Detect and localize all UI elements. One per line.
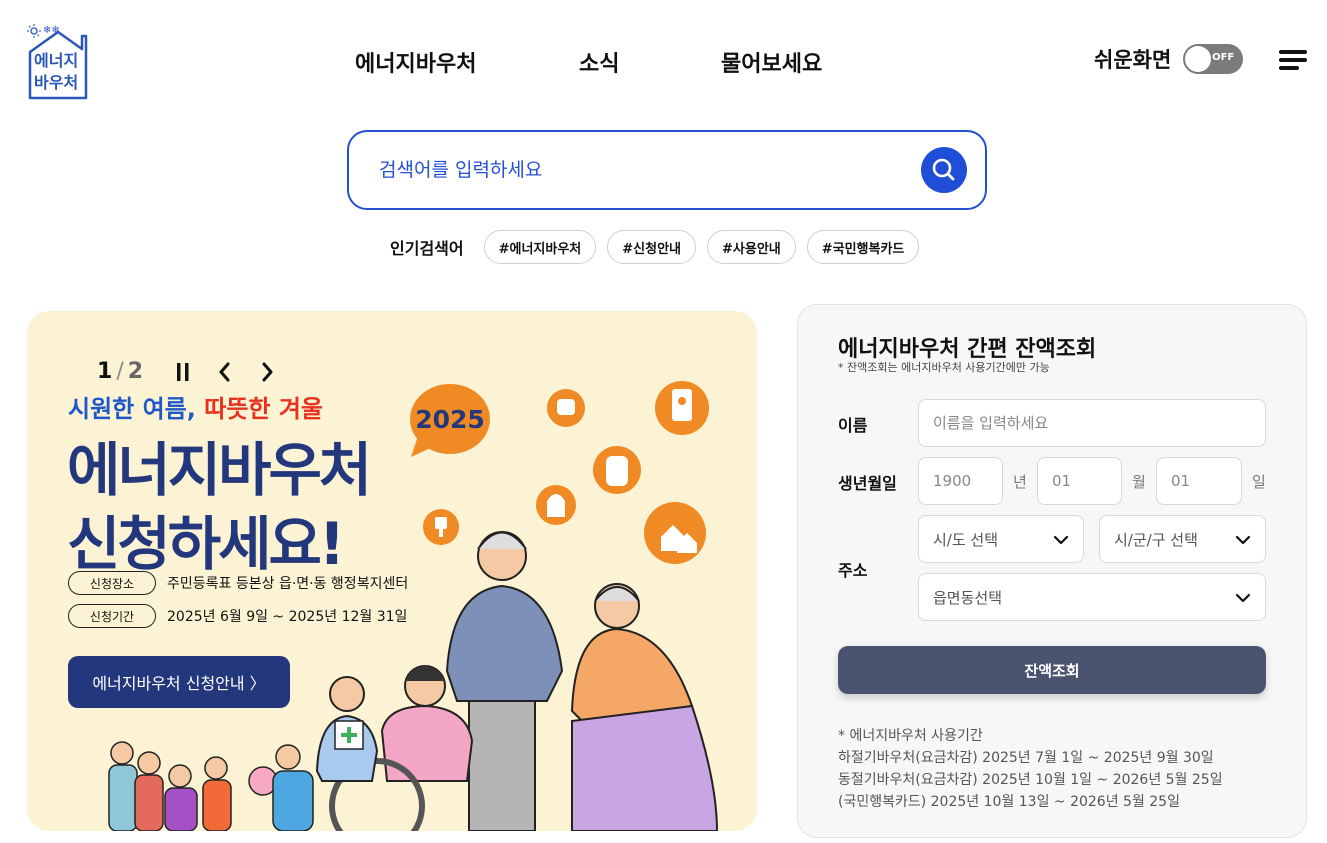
banner-pager: 1 / 2	[97, 359, 277, 384]
place-pill: 신청장소	[68, 571, 156, 595]
birth-day-input[interactable]	[1157, 458, 1241, 504]
pager-total: 2	[127, 359, 144, 384]
sigungu-select-value: 시/군/구 선택	[1114, 530, 1198, 549]
address-label: 주소	[838, 561, 868, 580]
year-badge: 2025	[415, 405, 485, 434]
site-header: ❄❄ 에너지 바우처 에너지바우처 소식 물어보세요 쉬운화면 OFF	[0, 0, 1327, 115]
info-place: 신청장소 주민등록표 등본상 읍·면·동 행정복지센터	[68, 571, 408, 595]
name-input[interactable]	[919, 400, 1265, 446]
subtitle-winter: 따뜻한 겨울	[204, 395, 323, 423]
search-button[interactable]	[921, 147, 967, 193]
lpg-tank-icon	[593, 446, 641, 494]
rice-cooker-icon	[547, 389, 585, 427]
easy-mode-switch: 쉬운화면 OFF	[1094, 44, 1244, 74]
popular-search-label: 인기검색어	[390, 239, 464, 258]
family-group-figure	[108, 741, 314, 831]
year-unit: 년	[1013, 473, 1027, 491]
banner-subtitle: 시원한 여름, 따뜻한 겨울	[68, 389, 323, 424]
subtitle-summer: 시원한 여름,	[68, 395, 196, 423]
apply-guide-button[interactable]: 에너지바우처 신청안내 〉	[68, 656, 290, 708]
pager-separator: /	[116, 359, 124, 384]
chevron-left-icon[interactable]	[215, 361, 235, 383]
chevron-down-icon	[1053, 535, 1069, 545]
easy-mode-toggle[interactable]: OFF	[1183, 44, 1244, 74]
birth-year-wrap	[918, 457, 1003, 505]
popular-tag[interactable]: #신청안내	[607, 230, 696, 264]
sido-select-value: 시/도 선택	[933, 530, 999, 549]
year-speech-bubble: 2025	[409, 383, 491, 459]
boiler-icon	[655, 381, 709, 435]
period-pill: 신청기간	[68, 604, 156, 628]
name-field-wrap	[918, 399, 1266, 447]
sido-select[interactable]: 시/도 선택	[918, 515, 1084, 563]
popular-tag[interactable]: #국민행복카드	[806, 230, 920, 264]
birth-label: 생년월일	[838, 474, 897, 493]
chevron-down-icon	[1235, 535, 1251, 545]
place-value: 주민등록표 등본상 읍·면·동 행정복지센터	[167, 576, 409, 592]
elderly-woman-figure	[570, 583, 719, 831]
month-unit: 월	[1132, 473, 1146, 491]
house-heating-icon	[644, 502, 706, 564]
popular-tag[interactable]: #사용안내	[707, 230, 796, 264]
main-banner[interactable]: 1 / 2 시원한 여름, 따뜻한 겨울 에너지바우처 신청하세요! 2025 …	[27, 311, 757, 831]
name-label: 이름	[838, 416, 868, 435]
plug-icon	[423, 509, 459, 545]
pause-icon[interactable]	[173, 361, 193, 383]
eupmyeon-select[interactable]: 읍면동선택	[918, 573, 1266, 621]
sigungu-select[interactable]: 시/군/구 선택	[1099, 515, 1266, 563]
usage-period-info: * 에너지바우처 사용기간 하절기바우처(요금차감) 2025년 7월 1일 ~…	[838, 725, 1223, 813]
panel-note: * 잔액조회는 에너지바우처 사용기간에만 가능	[838, 361, 1050, 374]
search-input[interactable]	[379, 152, 899, 188]
period-value: 2025년 6월 9일 ~ 2025년 12월 31일	[167, 609, 408, 625]
nav-item-faq[interactable]: 물어보세요	[721, 46, 822, 78]
chevron-down-icon	[1235, 593, 1251, 603]
search-box	[347, 130, 987, 210]
search-icon	[932, 158, 955, 181]
site-logo[interactable]: ❄❄ 에너지 바우처	[26, 22, 90, 100]
banner-title-line1: 에너지바우처	[67, 436, 372, 504]
elderly-man-figure	[445, 531, 564, 831]
banner-title-line2: 신청하세요!	[67, 510, 345, 578]
birth-year-input[interactable]	[919, 458, 1002, 504]
birth-month-input[interactable]	[1038, 458, 1121, 504]
toggle-state-text: OFF	[1212, 52, 1235, 63]
info-period: 신청기간 2025년 6월 9일 ~ 2025년 12월 31일	[68, 604, 407, 628]
logo-text-line2: 바우처	[34, 73, 79, 92]
day-unit: 일	[1252, 473, 1266, 491]
hamburger-menu-icon[interactable]	[1279, 50, 1307, 70]
usage-summer: 하절기바우처(요금차감) 2025년 7월 1일 ~ 2025년 9월 30일	[838, 750, 1214, 766]
nurse-figure	[315, 676, 379, 782]
popular-search: 인기검색어 #에너지바우처 #신청안내 #사용안내 #국민행복카드	[390, 230, 930, 264]
chevron-right-icon[interactable]	[257, 361, 277, 383]
birth-day-wrap	[1156, 457, 1242, 505]
birth-month-wrap	[1037, 457, 1122, 505]
nav-item-energy-voucher[interactable]: 에너지바우처	[355, 46, 476, 78]
logo-text-line1: 에너지	[34, 51, 79, 70]
pager-current: 1	[97, 359, 113, 384]
usage-title: * 에너지바우처 사용기간	[838, 728, 983, 744]
eupmyeon-select-value: 읍면동선택	[933, 588, 1003, 607]
usage-winter: 동절기바우처(요금차감) 2025년 10월 1일 ~ 2026년 5월 25일	[838, 772, 1223, 788]
nav-item-news[interactable]: 소식	[579, 46, 619, 78]
easy-mode-label: 쉬운화면	[1094, 48, 1172, 72]
popular-tag[interactable]: #에너지바우처	[483, 230, 597, 264]
balance-query-button[interactable]: 잔액조회	[838, 646, 1266, 694]
balance-check-panel: 에너지바우처 간편 잔액조회 * 잔액조회는 에너지바우처 사용기간에만 가능 …	[797, 304, 1307, 838]
oil-bottle-icon	[536, 485, 576, 525]
toggle-knob	[1185, 46, 1212, 72]
usage-card: (국민행복카드) 2025년 10월 13일 ~ 2026년 5월 25일	[838, 794, 1180, 810]
